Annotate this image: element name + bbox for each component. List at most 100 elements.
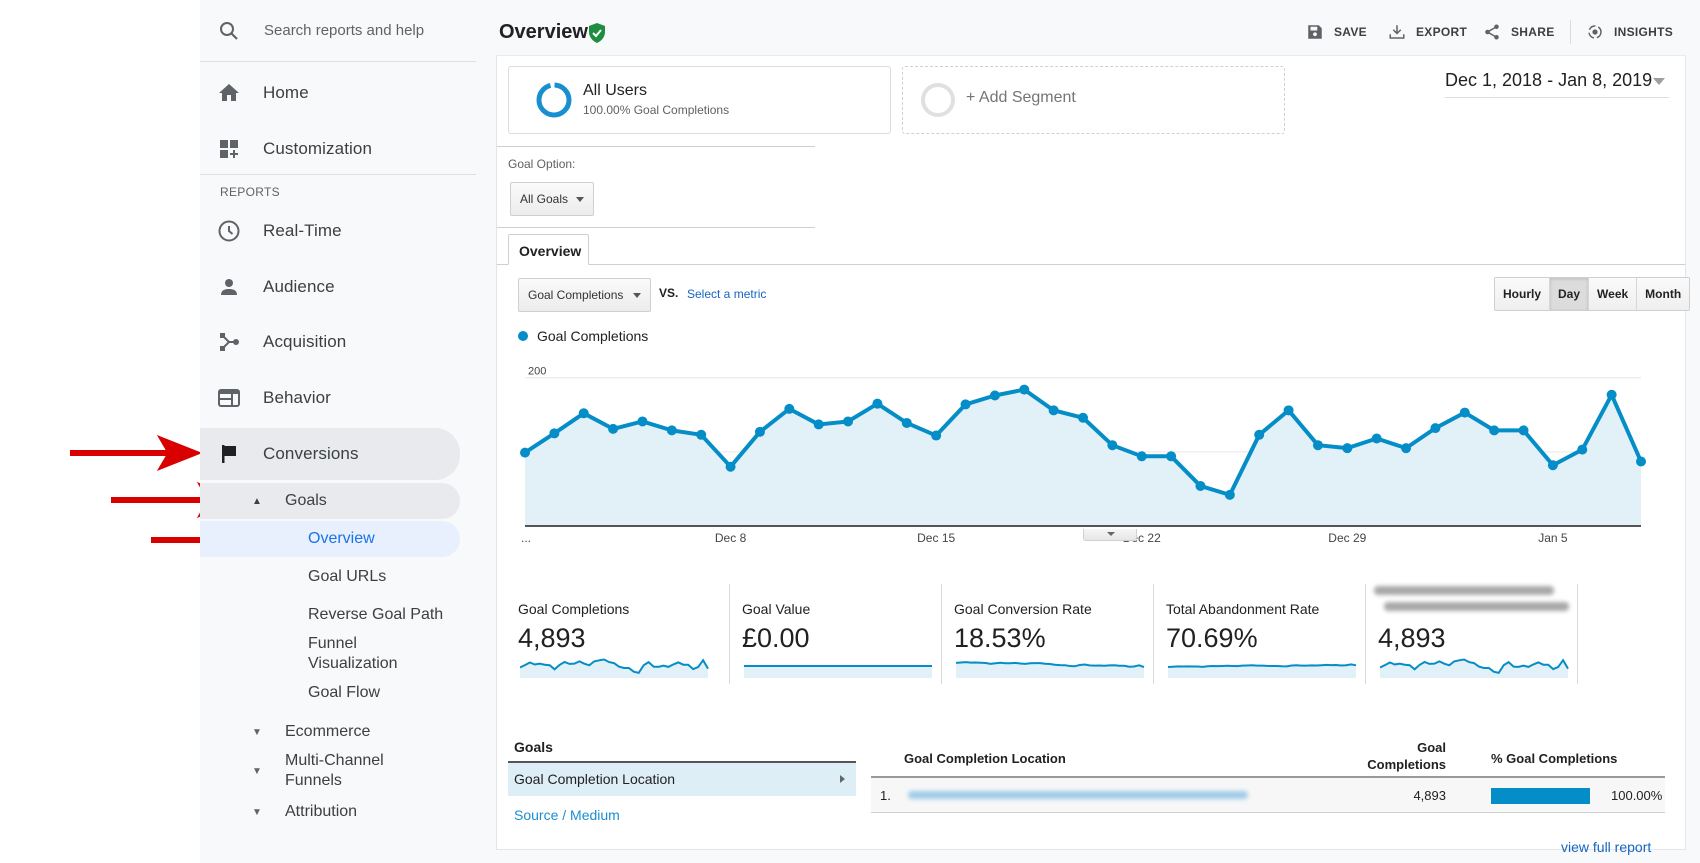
caret-down-icon [633,293,641,298]
scorecard-goal-value[interactable]: Goal Value £0.00 [730,584,942,684]
sidebar-item-goal-urls[interactable]: Goal URLs [200,559,460,595]
percent-bar-track [1491,788,1601,804]
segment-all-users[interactable]: All Users 100.00% Goal Completions [508,66,891,134]
chevron-right-icon [840,775,845,783]
row-percent: 100.00% [1611,788,1663,803]
x-tick-label: Dec 15 [917,531,955,545]
sidebar-item-label: Goal Flow [308,684,381,701]
redacted-location-link[interactable] [908,791,1248,799]
sidebar-item-goal-flow[interactable]: Goal Flow [200,675,460,711]
sidebar-item-label: Funnel Visualization [308,635,398,672]
add-segment-button[interactable]: + Add Segment [902,66,1285,134]
row-completions: 4,893 [1413,788,1446,803]
sidebar-item-label: Conversions [263,444,359,463]
goal-completion-location-item[interactable]: Goal Completion Location [508,763,856,796]
sidebar-item-realtime[interactable]: Real-Time [200,206,460,256]
source-medium-link[interactable]: Source / Medium [514,807,620,823]
scorecard-value: 4,893 [1378,623,1446,653]
scorecard-value: 70.69% [1166,623,1258,653]
sidebar-item-label: Ecommerce [285,723,371,740]
sidebar-item-funnel-visualization[interactable]: Funnel Visualization [200,634,460,676]
share-button[interactable]: SHARE [1483,20,1555,44]
scorecard-label: Goal Conversion Rate [954,601,1092,617]
metric-dropdown[interactable]: Goal Completions [518,278,651,312]
share-label: SHARE [1511,25,1555,39]
insights-button[interactable]: INSIGHTS [1586,20,1673,44]
sidebar-item-goals[interactable]: ▲ Goals [200,483,460,519]
sidebar-item-conversions[interactable]: Conversions [200,428,460,480]
tab-overview[interactable]: Overview [508,234,589,265]
period-hourly-button[interactable]: Hourly [1495,278,1551,310]
date-range-picker[interactable]: Dec 1, 2018 - Jan 8, 2019 [1445,70,1669,98]
period-day-button[interactable]: Day [1550,278,1590,310]
sidebar-item-multi-channel-funnels[interactable]: ▼ Multi-Channel Funnels [200,750,460,792]
legend-label: Goal Completions [537,328,649,344]
data-point [1518,425,1529,436]
scorecard-value: 4,893 [518,623,586,653]
search-input[interactable] [264,16,464,44]
toolbar-divider [1570,20,1571,44]
sidebar-item-reverse-goal-path[interactable]: Reverse Goal Path [200,597,460,633]
sidebar-item-ecommerce[interactable]: ▼ Ecommerce [200,720,460,744]
scorecard-total-abandonment-rate[interactable]: Total Abandonment Rate 70.69% [1154,584,1366,684]
insights-label: INSIGHTS [1614,25,1674,39]
export-icon [1389,25,1405,39]
sidebar-item-label: Customization [263,139,373,158]
select-metric-link[interactable]: Select a metric [687,287,766,301]
chart-collapse-handle[interactable] [1083,529,1137,541]
save-button[interactable]: SAVE [1306,20,1367,44]
period-toggle: Hourly Day Week Month [1494,277,1691,311]
scorecard-redacted[interactable]: 4,893 [1366,584,1578,684]
search-icon [220,22,238,40]
data-point [725,461,736,472]
sidebar-item-acquisition[interactable]: Acquisition [200,317,460,367]
sidebar-item-attribution[interactable]: ▼ Attribution [200,800,460,824]
data-point [931,430,942,441]
caret-down-icon: ▼ [252,726,262,738]
period-week-button[interactable]: Week [1589,278,1638,310]
percent-bar [1491,788,1590,804]
scorecard-goal-conversion-rate[interactable]: Goal Conversion Rate 18.53% [942,584,1154,684]
dimension-label: Goal Completion Location [514,771,676,787]
x-tick-label: Dec 29 [1328,531,1366,545]
divider [200,174,476,175]
goal-option-dropdown[interactable]: All Goals [510,182,594,216]
section-label-reports: REPORTS [220,185,280,199]
data-point [1107,440,1118,451]
sidebar-item-label: Multi-Channel Funnels [285,752,384,789]
data-point [784,403,795,414]
row-index: 1. [880,788,891,803]
metric-value: Goal Completions [528,288,624,302]
report-header: Overview SAVE EXPORT SHARE INSIGHTS [476,0,1700,55]
data-point [754,426,765,437]
data-point [989,390,1000,401]
sidebar-item-behavior[interactable]: Behavior [200,373,460,423]
data-point [872,398,883,409]
export-button[interactable]: EXPORT [1388,20,1467,44]
main-content: Overview SAVE EXPORT SHARE INSIGHTS All … [476,0,1700,863]
date-range-value: Dec 1, 2018 - Jan 8, 2019 [1445,70,1653,90]
sidebar-item-goals-overview[interactable]: Overview [200,521,460,557]
data-point [520,447,530,458]
vs-label: VS. [659,286,679,300]
home-icon [217,81,241,105]
sidebar-item-customization[interactable]: Customization [200,124,460,174]
data-point [1312,440,1323,451]
sidebar-item-audience[interactable]: Audience [200,262,460,312]
x-tick-label: ... [521,531,531,545]
sidebar-item-label: Home [263,83,309,102]
sidebar-item-home[interactable]: Home [200,68,460,118]
period-month-button[interactable]: Month [1637,278,1690,310]
data-point [1166,451,1177,462]
segment-ring-empty-icon [921,83,955,117]
goal-completions-chart: 100200...Dec 8Dec 15Dec 22Dec 29Jan 5 [520,366,1646,545]
save-label: SAVE [1334,25,1367,39]
sidebar-item-label: Goals [285,492,327,509]
sidebar-item-label: Real-Time [263,221,342,240]
scorecard-goal-completions[interactable]: Goal Completions 4,893 [518,584,730,684]
sidebar-item-label: Overview [308,530,375,547]
data-point [1577,444,1588,455]
column-header-location: Goal Completion Location [904,751,1066,766]
data-point [960,399,971,410]
view-full-report-link[interactable]: view full report [1561,839,1651,855]
